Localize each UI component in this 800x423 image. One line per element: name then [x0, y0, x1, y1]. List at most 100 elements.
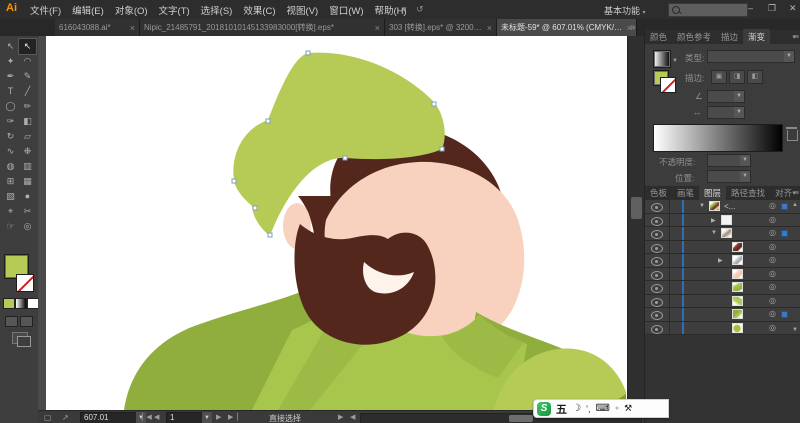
- document-tab[interactable]: 未标题-59* @ 607.01% (CMYK/预览) ×: [497, 19, 637, 36]
- layer-thumbnail[interactable]: [721, 215, 732, 225]
- stroke-along-button[interactable]: ◨: [729, 70, 745, 84]
- layer-row[interactable]: ◎: [645, 241, 800, 255]
- ime-wrench-icon[interactable]: ⚒: [624, 403, 632, 414]
- expand-triangle-icon[interactable]: ▶: [711, 217, 716, 224]
- menu-item[interactable]: 编辑(E): [72, 3, 104, 17]
- arrange-documents-icon[interactable]: ▾: [402, 4, 407, 15]
- artboard-icon[interactable]: ▢: [44, 413, 52, 422]
- target-circle-icon[interactable]: ◎: [769, 242, 776, 251]
- delete-stop-icon[interactable]: [787, 130, 798, 141]
- layer-row[interactable]: ◎: [645, 281, 800, 295]
- search-input[interactable]: [668, 3, 748, 17]
- type-tool[interactable]: T: [2, 84, 19, 99]
- draw-mode-button[interactable]: [20, 316, 33, 327]
- anchor-point[interactable]: [306, 51, 310, 55]
- shape-builder-tool[interactable]: ◍: [2, 159, 19, 174]
- panel-tab[interactable]: 色板: [645, 185, 672, 200]
- target-circle-icon[interactable]: ◎: [769, 255, 776, 264]
- document-tab[interactable]: 616043088.ai* ×: [55, 19, 140, 36]
- layer-row[interactable]: ◎: [645, 308, 800, 322]
- target-circle-icon[interactable]: ◎: [769, 201, 776, 210]
- tab-close-icon[interactable]: ×: [130, 23, 135, 33]
- eraser-tool[interactable]: ◧: [19, 114, 36, 129]
- artboard-number-field[interactable]: 1: [166, 412, 205, 423]
- panel-tab[interactable]: 图层: [699, 185, 726, 200]
- gradient-slider-bar[interactable]: [653, 124, 783, 152]
- visibility-eye-icon[interactable]: [651, 325, 663, 334]
- layer-row[interactable]: ▶ ◎: [645, 254, 800, 268]
- expand-triangle-icon[interactable]: ▶: [718, 257, 723, 264]
- panel-tab[interactable]: 颜色参考: [672, 29, 716, 44]
- layer-label[interactable]: <...: [724, 202, 735, 211]
- previous-artboard-button[interactable]: ◀: [154, 413, 158, 421]
- panel-tab[interactable]: 渐变: [743, 29, 770, 44]
- screen-mode-button[interactable]: [5, 316, 18, 327]
- menu-item[interactable]: 视图(V): [287, 3, 319, 17]
- layer-row[interactable]: ◎: [645, 295, 800, 309]
- first-artboard-button[interactable]: ▏◀: [142, 413, 151, 421]
- layer-row[interactable]: ▼ ◎: [645, 227, 800, 241]
- target-circle-icon[interactable]: ◎: [769, 296, 776, 305]
- layer-row[interactable]: ◎: [645, 322, 800, 336]
- blob-brush-tool[interactable]: ●: [19, 189, 36, 204]
- artboard-illustration[interactable]: [46, 36, 627, 410]
- color-mode-button[interactable]: [3, 298, 15, 309]
- visibility-eye-icon[interactable]: [651, 230, 663, 239]
- line-segment-tool[interactable]: ╱: [19, 84, 36, 99]
- anchor-point[interactable]: [268, 233, 272, 237]
- workspace-switcher[interactable]: 基本功能 ▾: [604, 4, 646, 17]
- gradient-aspect-field[interactable]: ▼: [707, 106, 745, 119]
- lasso-tool[interactable]: ◠: [19, 54, 36, 69]
- anchor-point[interactable]: [253, 206, 257, 210]
- eyedropper-tool[interactable]: ⌖: [2, 204, 19, 219]
- menu-item[interactable]: 窗口(W): [329, 3, 363, 17]
- direct-selection-tool[interactable]: ↖: [19, 39, 36, 54]
- target-circle-icon[interactable]: ◎: [769, 269, 776, 278]
- gradient-type-dropdown[interactable]: ▼: [707, 50, 795, 63]
- panel-tab[interactable]: 路径查找: [726, 185, 770, 200]
- free-transform-tool[interactable]: ▱: [19, 129, 36, 144]
- pen-tool[interactable]: ✒: [2, 69, 19, 84]
- visibility-eye-icon[interactable]: [651, 203, 663, 212]
- symbol-sprayer-tool[interactable]: ❉: [19, 144, 36, 159]
- panel-tab[interactable]: 描边: [716, 29, 743, 44]
- gradient-swatch-caret[interactable]: ▼: [672, 58, 678, 64]
- scroll-left-arrow[interactable]: ▶: [338, 413, 342, 421]
- paintbrush-tool[interactable]: ✎: [19, 69, 36, 84]
- ime-punctuation-toggle[interactable]: ’,: [586, 404, 591, 414]
- restore-button[interactable]: ❐: [768, 3, 776, 14]
- document-tab[interactable]: 303 [转换].eps* @ 3200% (RGB... ×: [385, 19, 497, 36]
- visibility-eye-icon[interactable]: [651, 298, 663, 307]
- rotate-tool[interactable]: ↻: [2, 129, 19, 144]
- expand-triangle-icon[interactable]: ▼: [711, 230, 717, 236]
- visibility-eye-icon[interactable]: [651, 284, 663, 293]
- visibility-eye-icon[interactable]: [651, 271, 663, 280]
- target-circle-icon[interactable]: ◎: [769, 228, 776, 237]
- layer-thumbnail[interactable]: [732, 323, 743, 333]
- tab-overflow-icon[interactable]: »: [630, 22, 636, 33]
- anchor-point[interactable]: [432, 102, 436, 106]
- mesh-tool[interactable]: ▦: [19, 174, 36, 189]
- anchor-point[interactable]: [343, 156, 347, 160]
- opacity-field[interactable]: ▼: [707, 154, 751, 167]
- sogou-logo-icon[interactable]: S: [537, 402, 551, 416]
- visibility-eye-icon[interactable]: [651, 311, 663, 320]
- zoom-tool[interactable]: ◎: [19, 219, 36, 234]
- pencil-tool[interactable]: ✏: [19, 99, 36, 114]
- visibility-eye-icon[interactable]: [651, 217, 663, 226]
- menu-item[interactable]: 文件(F): [30, 3, 61, 17]
- layers-scroll-up-icon[interactable]: ▲: [792, 202, 798, 208]
- location-field[interactable]: ▼: [707, 170, 751, 183]
- layer-thumbnail[interactable]: [732, 309, 743, 319]
- stroke-across-button[interactable]: ◧: [747, 70, 763, 84]
- tab-close-icon[interactable]: ×: [375, 23, 380, 33]
- menu-item[interactable]: 对象(O): [115, 3, 148, 17]
- gradient-tool[interactable]: ▧: [2, 189, 19, 204]
- width-tool[interactable]: ∿: [2, 144, 19, 159]
- anchor-point[interactable]: [266, 119, 270, 123]
- panel-tab[interactable]: 画笔: [672, 185, 699, 200]
- expand-triangle-icon[interactable]: ▼: [699, 203, 705, 209]
- visibility-eye-icon[interactable]: [651, 244, 663, 253]
- ellipse-tool[interactable]: ◯: [2, 99, 19, 114]
- target-circle-icon[interactable]: ◎: [769, 323, 776, 332]
